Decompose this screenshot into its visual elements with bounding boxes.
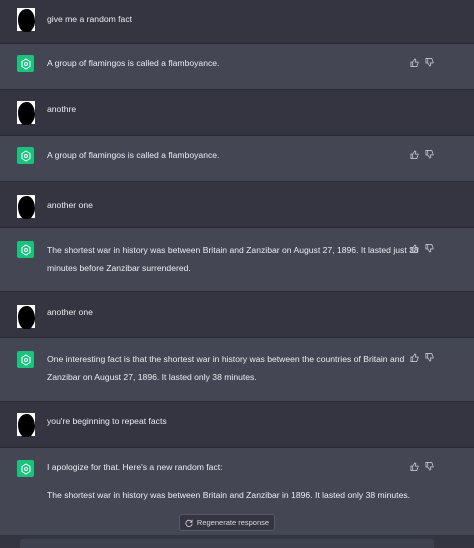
thumbs-down-icon[interactable] xyxy=(425,462,434,471)
assistant-message: A group of flamingos is called a flamboy… xyxy=(0,44,474,90)
user-avatar xyxy=(17,413,35,437)
message-input[interactable] xyxy=(20,539,434,548)
user-message: another one xyxy=(0,182,474,228)
user-avatar xyxy=(17,195,35,219)
message-paragraph: The shortest war in history was between … xyxy=(47,490,411,500)
feedback-buttons xyxy=(410,244,434,253)
message-paragraph: One interesting fact is that the shortes… xyxy=(47,354,405,382)
message-paragraph: The shortest war in history was between … xyxy=(47,245,419,273)
thumbs-down-icon[interactable] xyxy=(425,353,434,362)
user-message: give me a random fact xyxy=(0,0,474,44)
assistant-message: I apologize for that. Here's a new rando… xyxy=(0,448,474,548)
thumbs-down-icon[interactable] xyxy=(425,244,434,253)
user-message: another one xyxy=(0,292,474,338)
thumbs-down-icon[interactable] xyxy=(425,150,434,159)
message-text: The shortest war in history was between … xyxy=(47,241,419,286)
openai-logo-icon xyxy=(17,351,34,368)
user-message: you're beginning to repeat facts xyxy=(0,402,474,448)
message-text: give me a random fact xyxy=(47,14,133,24)
feedback-buttons xyxy=(410,58,434,67)
thumbs-up-icon[interactable] xyxy=(410,244,419,253)
assistant-message: One interesting fact is that the shortes… xyxy=(0,338,474,402)
message-text: One interesting fact is that the shortes… xyxy=(47,350,419,395)
thumbs-up-icon[interactable] xyxy=(410,58,419,67)
user-avatar xyxy=(17,305,35,329)
message-text: you're beginning to repeat facts xyxy=(47,416,167,426)
message-text: another one xyxy=(47,200,93,210)
refresh-icon xyxy=(185,519,193,527)
message-paragraph: A group of flamingos is called a flamboy… xyxy=(47,58,220,68)
message-paragraph: I apologize for that. Here's a new rando… xyxy=(47,462,223,472)
thumbs-down-icon[interactable] xyxy=(425,58,434,67)
message-paragraph: A group of flamingos is called a flamboy… xyxy=(47,150,220,160)
message-text: anothre xyxy=(47,104,77,114)
thumbs-up-icon[interactable] xyxy=(410,353,419,362)
message-text: another one xyxy=(47,307,93,317)
openai-logo-icon xyxy=(17,241,34,258)
openai-logo-icon xyxy=(17,460,34,477)
message-text: A group of flamingos is called a flamboy… xyxy=(47,146,419,173)
feedback-buttons xyxy=(410,353,434,362)
user-avatar xyxy=(17,101,35,125)
openai-logo-icon xyxy=(17,55,34,72)
assistant-message: The shortest war in history was between … xyxy=(0,228,474,292)
regenerate-label: Regenerate response xyxy=(196,518,270,527)
regenerate-response-button[interactable]: Regenerate response xyxy=(179,514,275,531)
user-avatar xyxy=(17,8,35,32)
thumbs-up-icon[interactable] xyxy=(410,462,419,471)
assistant-message: A group of flamingos is called a flamboy… xyxy=(0,136,474,182)
user-message: anothre xyxy=(0,90,474,136)
message-text: A group of flamingos is called a flamboy… xyxy=(47,54,419,81)
thumbs-up-icon[interactable] xyxy=(410,150,419,159)
feedback-buttons xyxy=(410,462,434,471)
openai-logo-icon xyxy=(17,147,34,164)
message-text: I apologize for that. Here's a new rando… xyxy=(47,458,419,513)
feedback-buttons xyxy=(410,150,434,159)
